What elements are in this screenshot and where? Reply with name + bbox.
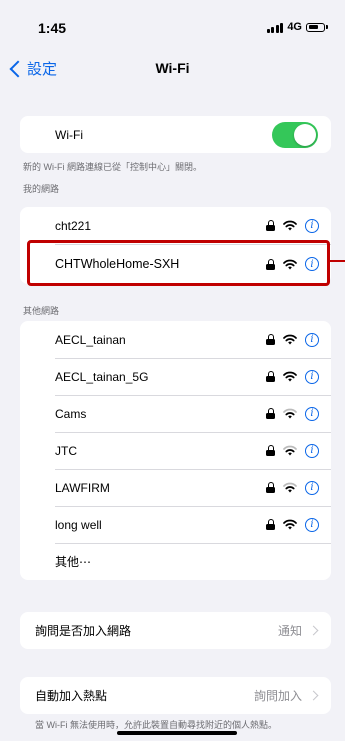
navigation-bar: 設定 Wi-Fi <box>0 52 345 86</box>
auto-join-hotspot-label: 自動加入熱點 <box>35 689 108 703</box>
other-network-label: 其他⋯ <box>55 555 92 569</box>
wifi-toggle-card: Wi-Fi <box>20 116 331 153</box>
highlight-pointer-line <box>330 260 345 262</box>
lock-icon <box>266 334 275 345</box>
lock-icon <box>266 408 275 419</box>
wifi-toggle-caption: 新的 Wi-Fi 網路連線已從「控制中心」關閉。 <box>23 162 202 172</box>
lock-icon <box>266 220 275 231</box>
info-icon[interactable]: i <box>305 480 319 495</box>
network-type: 4G <box>287 21 302 33</box>
wifi-toggle-switch[interactable] <box>272 121 318 148</box>
wifi-signal-icon <box>283 371 297 382</box>
wifi-settings-screen: 1:45 4G 設定 Wi-Fi Wi-Fi 新的 Wi-Fi 網路連線已從「控… <box>0 0 345 741</box>
network-row-icons: i <box>266 443 319 458</box>
status-indicators: 4G <box>266 21 328 33</box>
other-network-row[interactable]: 其他⋯ <box>20 543 331 580</box>
wifi-toggle-label: Wi-Fi <box>55 127 83 142</box>
info-icon[interactable]: i <box>305 218 319 233</box>
lock-icon <box>266 445 275 456</box>
cellular-signal-icon <box>266 22 284 33</box>
ask-to-join-card: 詢問是否加入網路 通知 <box>20 612 331 649</box>
lock-icon <box>266 482 275 493</box>
auto-join-hotspot-value-wrap: 詢問加入 <box>253 687 319 704</box>
network-row-icons: i <box>266 517 319 532</box>
network-name: AECL_tainan_5G <box>55 369 149 384</box>
status-bar: 1:45 4G <box>0 0 345 52</box>
auto-join-hotspot-value: 詢問加入 <box>253 689 302 703</box>
ask-to-join-row[interactable]: 詢問是否加入網路 通知 <box>20 612 331 649</box>
my-networks-header: 我的網路 <box>23 184 60 194</box>
wifi-signal-icon <box>283 482 297 493</box>
ask-to-join-value: 通知 <box>277 624 302 638</box>
auto-join-hotspot-row[interactable]: 自動加入熱點 詢問加入 <box>20 677 331 714</box>
info-icon[interactable]: i <box>305 443 319 458</box>
status-time: 1:45 <box>38 20 67 36</box>
wifi-signal-icon <box>283 259 297 269</box>
wifi-signal-icon <box>283 334 297 345</box>
info-icon[interactable]: i <box>305 332 319 347</box>
network-name: cht221 <box>55 218 92 233</box>
network-row-icons: i <box>266 218 319 233</box>
lock-icon <box>266 258 275 270</box>
network-row-icons: i <box>266 332 319 347</box>
network-row-icons: i <box>266 406 319 421</box>
lock-icon <box>266 519 275 530</box>
my-networks-card: cht221 i CHTWholeHome-SXH i <box>20 207 331 284</box>
network-name: LAWFIRM <box>55 480 110 495</box>
other-networks-header: 其他網路 <box>23 306 60 316</box>
network-name: Cams <box>55 406 87 421</box>
wifi-signal-icon <box>283 445 297 456</box>
chevron-right-icon <box>308 690 319 701</box>
info-icon[interactable]: i <box>305 517 319 532</box>
lock-icon <box>266 371 275 382</box>
info-icon[interactable]: i <box>305 369 319 384</box>
network-row[interactable]: long well i <box>20 506 331 543</box>
battery-icon <box>306 22 328 32</box>
network-name: long well <box>55 517 102 532</box>
network-row-icons: i <box>266 480 319 495</box>
network-row[interactable]: AECL_tainan_5G i <box>20 358 331 395</box>
network-row[interactable]: LAWFIRM i <box>20 469 331 506</box>
wifi-signal-icon <box>283 220 297 231</box>
auto-join-hotspot-card: 自動加入熱點 詢問加入 <box>20 677 331 714</box>
page-title: Wi-Fi <box>155 60 190 76</box>
other-networks-card: AECL_tainan i AECL_tainan_5G i Cams i JT… <box>20 321 331 580</box>
info-icon[interactable]: i <box>305 406 319 421</box>
chevron-right-icon <box>308 625 319 636</box>
ask-to-join-label: 詢問是否加入網路 <box>35 624 132 638</box>
auto-join-hotspot-caption: 當 Wi-Fi 無法使用時，允許此裝置自動尋找附近的個人熱點。 <box>35 720 277 730</box>
wifi-signal-icon <box>283 408 297 419</box>
wifi-toggle-row: Wi-Fi <box>20 116 331 153</box>
network-row[interactable]: CHTWholeHome-SXH i <box>20 244 331 284</box>
info-icon[interactable]: i <box>305 257 319 271</box>
wifi-signal-icon <box>283 519 297 530</box>
network-row-icons: i <box>266 257 319 271</box>
network-row[interactable]: AECL_tainan i <box>20 321 331 358</box>
network-row-icons: i <box>266 369 319 384</box>
network-row[interactable]: cht221 i <box>20 207 331 244</box>
network-name: JTC <box>55 443 77 458</box>
home-indicator <box>117 731 237 735</box>
network-name: CHTWholeHome-SXH <box>55 257 180 271</box>
ask-to-join-value-wrap: 通知 <box>277 622 319 639</box>
network-row[interactable]: JTC i <box>20 432 331 469</box>
network-row[interactable]: Cams i <box>20 395 331 432</box>
network-name: AECL_tainan <box>55 332 126 347</box>
